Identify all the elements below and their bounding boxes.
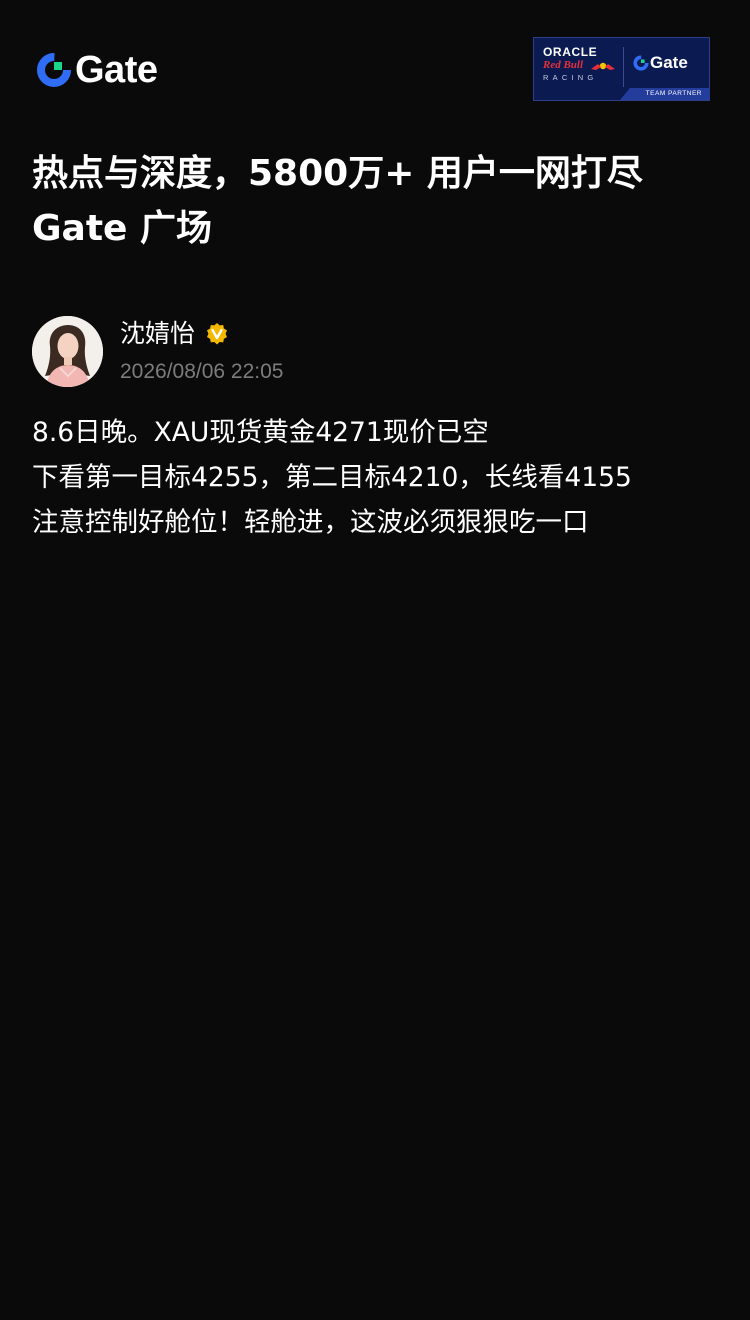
author-name[interactable]: 沈婧怡 <box>120 316 195 352</box>
avatar[interactable] <box>32 316 103 387</box>
racing-wordmark: RACING <box>543 73 598 82</box>
post-line-1: 8.6日晚。XAU现货黄金4271现价已空 <box>32 417 489 448</box>
team-partner-badge: ORACLE Red Bull RACING Gate TEAM PARTNER <box>533 37 710 101</box>
gate-logo-icon <box>37 53 71 87</box>
red-bull-wordmark: Red Bull <box>543 59 584 71</box>
post-timestamp: 2026/08/06 22:05 <box>120 360 284 383</box>
verified-badge-icon <box>207 323 228 345</box>
badge-gate-logo: Gate <box>633 53 688 73</box>
avatar-portrait-icon <box>32 316 103 387</box>
post-line-2: 下看第一目标4255，第二目标4210，长线看4155 <box>32 462 632 493</box>
top-header: Gate ORACLE Red Bull RACING Gate TEAM PA… <box>0 0 750 110</box>
badge-divider <box>623 47 624 87</box>
gate-logo[interactable]: Gate <box>36 49 158 91</box>
badge-gate-text: Gate <box>650 53 688 72</box>
team-partner-strip: TEAM PARTNER <box>620 88 710 100</box>
page-headline: 热点与深度，5800万+ 用户一网打尽 Gate 广场 <box>32 146 722 256</box>
headline-line-1: 热点与深度，5800万+ 用户一网打尽 <box>32 153 643 194</box>
post-author: 沈婧怡 2026/08/06 22:05 <box>32 316 722 388</box>
post-body: 8.6日晚。XAU现货黄金4271现价已空 下看第一目标4255，第二目标421… <box>32 410 732 545</box>
oracle-wordmark: ORACLE <box>543 45 598 59</box>
logo-text: Gate <box>75 49 158 91</box>
post-line-3: 注意控制好舱位！轻舱进，这波必须狠狠吃一口 <box>32 507 589 538</box>
red-bull-icon <box>591 62 615 70</box>
headline-line-2: Gate 广场 <box>32 208 213 249</box>
gate-logo-small-icon <box>633 55 649 71</box>
author-name-row: 沈婧怡 <box>120 316 229 352</box>
team-partner-label: TEAM PARTNER <box>645 90 702 97</box>
